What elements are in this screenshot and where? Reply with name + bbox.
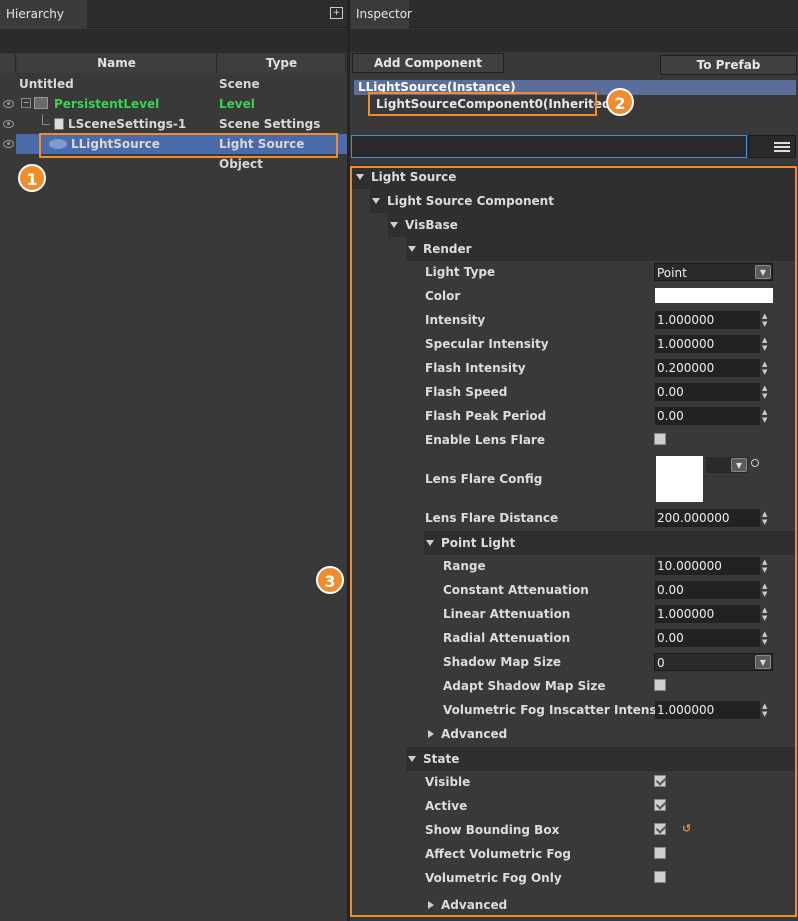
callout-badge-1: 1	[18, 164, 46, 192]
tab-inspector[interactable]: Inspector	[350, 0, 412, 28]
visibility-eye-icon[interactable]	[3, 100, 14, 108]
hierarchy-tabbar: Hierarchy +	[0, 0, 347, 28]
level-icon	[34, 97, 48, 109]
tree-row-untitled[interactable]: Untitled Scene	[0, 74, 347, 94]
tree-name: LSceneSettings-1	[68, 117, 187, 131]
column-header-type[interactable]: Type	[218, 54, 346, 73]
tab-hierarchy[interactable]: Hierarchy	[0, 0, 87, 28]
tree-line	[42, 124, 50, 125]
filter-menu-button[interactable]	[748, 135, 796, 158]
eye-column-header	[0, 54, 16, 73]
inspector-tabbar: Inspector	[350, 0, 798, 28]
visibility-eye-icon[interactable]	[3, 120, 14, 128]
tree-row-lscenesettings[interactable]: LSceneSettings-1 Scene Settings	[0, 114, 347, 134]
tree-type: Scene	[219, 77, 260, 91]
pin-icon[interactable]: +	[330, 7, 343, 19]
hierarchy-toolbar	[0, 29, 347, 53]
tree-name: Untitled	[19, 77, 74, 91]
to-prefab-button[interactable]: To Prefab	[660, 55, 797, 75]
inspector-toolbar	[350, 29, 798, 52]
menu-lines-icon	[774, 142, 790, 144]
visibility-eye-icon[interactable]	[3, 140, 14, 148]
document-icon	[54, 118, 64, 130]
column-header-name[interactable]: Name	[17, 54, 217, 73]
callout-badge-2: 2	[606, 88, 634, 116]
property-search-input[interactable]	[351, 135, 747, 158]
tree-type: Scene Settings	[219, 117, 321, 131]
tree-type: Level	[219, 97, 255, 111]
add-component-button[interactable]: Add Component	[352, 53, 504, 73]
tree-row-persistentlevel[interactable]: − PersistentLevel Level	[0, 94, 347, 114]
callout-box-2	[368, 92, 597, 116]
collapse-icon[interactable]: −	[21, 98, 31, 108]
callout-badge-3: 3	[316, 566, 344, 594]
tree-line	[42, 114, 43, 124]
callout-box-3	[350, 166, 797, 917]
callout-box-1	[39, 133, 338, 158]
tree-name: PersistentLevel	[54, 97, 160, 111]
